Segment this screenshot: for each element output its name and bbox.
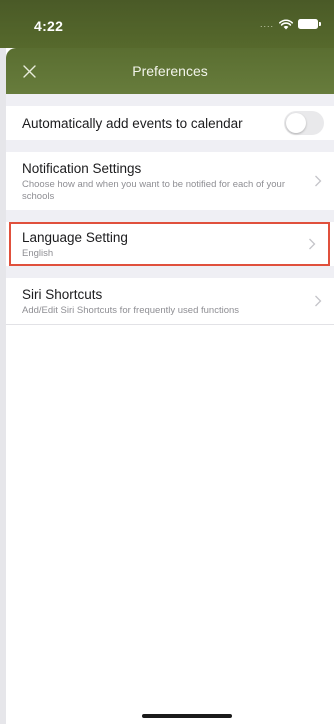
section-gap — [6, 140, 334, 152]
notification-settings-row[interactable]: Notification Settings Choose how and whe… — [6, 152, 334, 210]
notification-settings-subtitle: Choose how and when you want to be notif… — [22, 178, 286, 202]
language-setting-value: English — [22, 247, 54, 259]
settings-list: Automatically add events to calendar Not… — [6, 94, 334, 724]
home-indicator[interactable] — [142, 714, 232, 718]
chevron-right-icon — [315, 175, 322, 187]
status-bar: 4:22 .... — [0, 0, 334, 48]
navigation-bar: Preferences — [6, 48, 334, 94]
language-setting-row[interactable]: Language Setting English — [9, 222, 330, 266]
auto-add-events-toggle[interactable] — [284, 111, 324, 135]
section-gap — [6, 94, 334, 106]
status-time: 4:22 — [34, 18, 64, 34]
wifi-icon — [279, 18, 293, 29]
chevron-right-icon — [309, 238, 316, 250]
siri-shortcuts-title: Siri Shortcuts — [22, 286, 103, 302]
chevron-right-icon — [315, 295, 322, 307]
siri-shortcuts-row[interactable]: Siri Shortcuts Add/Edit Siri Shortcuts f… — [6, 278, 334, 324]
battery-icon — [298, 19, 321, 29]
list-divider — [6, 324, 334, 325]
auto-add-events-row: Automatically add events to calendar — [6, 106, 334, 140]
section-gap — [6, 266, 334, 278]
section-gap — [6, 210, 334, 222]
toggle-knob — [286, 113, 306, 133]
status-icons: .... — [259, 17, 321, 31]
siri-shortcuts-subtitle: Add/Edit Siri Shortcuts for frequently u… — [22, 304, 240, 316]
auto-add-events-label: Automatically add events to calendar — [22, 115, 243, 131]
signal-dots: .... — [259, 18, 274, 29]
page-title: Preferences — [132, 63, 208, 79]
language-setting-title: Language Setting — [22, 229, 128, 245]
preferences-screen: 4:22 .... Preferences Automatically add … — [0, 0, 334, 724]
notification-settings-title: Notification Settings — [22, 160, 142, 176]
